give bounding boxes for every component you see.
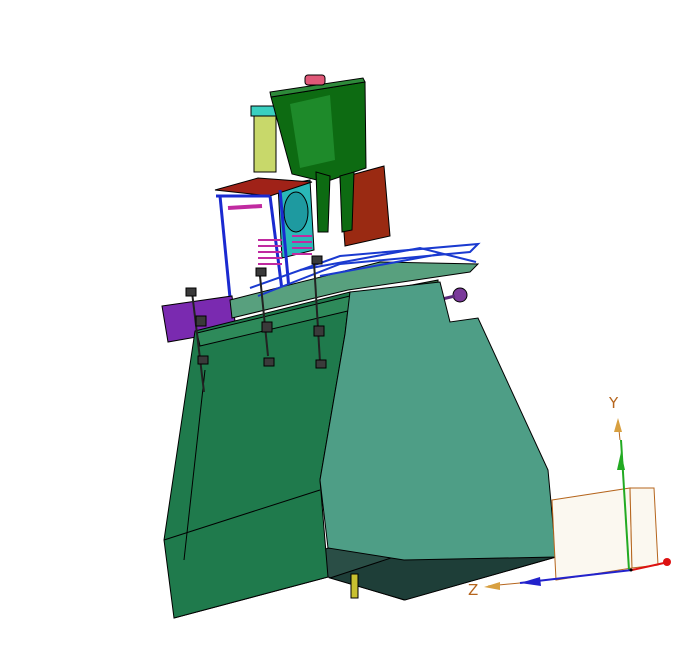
hopper-front-face [163,291,351,619]
cad-viewport[interactable]: Y Z [0,0,675,671]
hopper-side-face [319,281,557,561]
y-axis-label: Y [608,394,619,412]
x-axis-arrow [663,558,671,566]
z-axis-label: Z [468,581,478,599]
yellow-cylinder [253,109,277,173]
triad-origin [629,568,633,572]
y-axis-arrow [617,452,625,470]
bottom-rod [350,573,359,599]
triad-reference-box [551,487,659,581]
model-canvas[interactable]: Y Z [0,0,675,671]
z-axis-arrow [520,577,541,586]
